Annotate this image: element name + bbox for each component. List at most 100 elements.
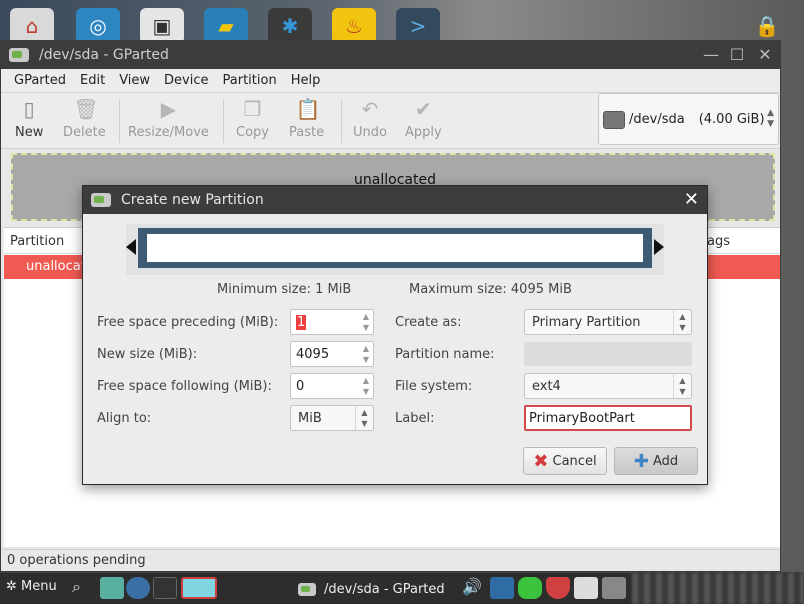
apply-check-icon: ✔ [414,97,432,121]
cancel-button-label: Cancel [552,453,597,469]
menu-help[interactable]: Help [284,73,328,88]
min-size-label: Minimum size: 1 MiB [217,282,352,297]
spin-arrows-icon[interactable]: ▲ ▼ [355,406,373,430]
gparted-app-icon [9,48,29,62]
resize-move-button-label: Resize/Move [128,125,209,140]
task-gparted[interactable]: /dev/sda - GParted [292,576,448,602]
shield-icon[interactable] [546,577,570,599]
lock-icon[interactable]: 🔒 [750,8,784,44]
settings-gear-icon[interactable]: ✱ [268,8,312,44]
home-folder-icon[interactable]: ⌂ [10,8,54,44]
menu-device[interactable]: Device [157,73,215,88]
left-handle-icon[interactable] [126,239,136,255]
copy-button[interactable]: ❐ Copy [236,97,269,145]
new-size-value: 4095 [296,347,330,362]
clock[interactable] [632,573,804,604]
taskbar: ✲ Menu ⌕ /dev/sda - GParted 🔊 [0,572,804,604]
notes-icon[interactable] [602,577,626,599]
maximize-icon[interactable]: ☐ [727,45,747,65]
main-window-title: /dev/sda - GParted [39,47,169,63]
new-size-field[interactable]: 4095 ▲ ▼ [290,341,374,367]
clipboard-icon[interactable] [574,577,598,599]
cancel-button[interactable]: ✖ Cancel [523,447,607,475]
close-icon[interactable]: ✕ [684,189,699,210]
trash-icon: 🗑 [73,97,99,121]
partition-bar[interactable] [138,228,652,268]
align-to-value: MiB [298,411,322,426]
file-system-label: File system: [395,379,473,394]
column-partition[interactable]: Partition [10,234,64,249]
device-size: (4.00 GiB) [698,111,765,127]
create-as-combo[interactable]: Primary Partition ▲ ▼ [524,309,692,335]
search-icon[interactable]: ⌕ [72,577,96,599]
delete-button-label: Delete [63,125,106,140]
status-text: 0 operations pending [7,553,146,568]
toolbar-separator [223,99,224,143]
free-following-field[interactable]: 0 ▲ ▼ [290,373,374,399]
minimize-icon[interactable]: — [701,45,721,65]
terminal-icon[interactable] [153,577,177,599]
delete-button[interactable]: 🗑 Delete [63,97,106,145]
device-path: /dev/sda [629,111,685,127]
column-flags[interactable]: ags [707,234,730,249]
menu-gparted[interactable]: GParted [7,73,73,88]
menu-partition[interactable]: Partition [216,73,284,88]
undo-button[interactable]: ↶ Undo [353,97,387,145]
add-button[interactable]: ✚ Add [614,447,698,475]
label-value: PrimaryBootPart [529,411,635,426]
label-label: Label: [395,411,435,426]
new-document-icon: ▯ [23,97,35,121]
disk-utility-icon[interactable]: ▣ [140,8,184,44]
spin-arrows-icon: ▲ ▼ [767,108,774,129]
undo-icon: ↶ [361,97,379,121]
spin-arrows-icon[interactable]: ▲ ▼ [359,310,373,334]
storage-icon[interactable] [518,577,542,599]
new-button-label: New [15,125,44,140]
label-field[interactable]: PrimaryBootPart [524,405,692,431]
main-titlebar: /dev/sda - GParted — ☐ ✕ [1,41,780,69]
create-as-label: Create as: [395,315,462,330]
apply-button-label: Apply [405,125,442,140]
menu-logo-icon: ✲ [6,579,17,594]
create-as-value: Primary Partition [532,315,641,330]
desktop-icon[interactable] [100,577,124,599]
paste-icon: 📋 [295,97,321,121]
spin-arrows-icon[interactable]: ▲ ▼ [359,374,373,398]
browser-icon[interactable] [126,577,150,599]
close-icon[interactable]: ✕ [755,45,775,65]
show-desktop-icon[interactable] [181,577,217,599]
gparted-app-icon [91,193,111,207]
spin-arrows-icon[interactable]: ▲ ▼ [673,310,691,334]
free-following-value: 0 [296,379,305,394]
copy-button-label: Copy [236,125,269,140]
new-size-label: New size (MiB): [97,347,198,362]
menu-edit[interactable]: Edit [73,73,112,88]
partition-resizer[interactable] [126,224,664,275]
create-partition-dialog: Create new Partition ✕ Minimum size: 1 M… [82,185,708,485]
right-handle-icon[interactable] [654,239,664,255]
terminal-icon[interactable]: > [396,8,440,44]
menu-label: Menu [21,579,57,594]
partition-name-field [524,342,692,366]
file-system-combo[interactable]: ext4 ▲ ▼ [524,373,692,399]
spin-arrows-icon[interactable]: ▲ ▼ [673,374,691,398]
paste-button[interactable]: 📋 Paste [289,97,324,145]
align-to-combo[interactable]: MiB ▲ ▼ [290,405,374,431]
volume-icon[interactable]: 🔊 [462,577,486,599]
spin-arrows-icon[interactable]: ▲ ▼ [359,342,373,366]
new-button[interactable]: ▯ New [15,97,43,145]
max-size-label: Maximum size: 4095 MiB [409,282,572,297]
start-menu-button[interactable]: ✲ Menu [6,579,57,594]
lamp-app-icon[interactable]: ♨ [332,8,376,44]
help-lifebuoy-icon[interactable]: ◎ [76,8,120,44]
free-preceding-field[interactable]: 1 ▲ ▼ [290,309,374,335]
file-manager-icon[interactable]: ▰ [204,8,248,44]
menu-view[interactable]: View [112,73,157,88]
device-selector[interactable]: /dev/sda (4.00 GiB) ▲ ▼ [598,93,779,145]
apply-button[interactable]: ✔ Apply [405,97,442,145]
network-icon[interactable] [490,577,514,599]
toolbar-separator [119,99,120,143]
resize-move-button[interactable]: ▶ Resize/Move [128,97,209,145]
align-to-label: Align to: [97,411,152,426]
add-button-label: Add [652,453,679,469]
